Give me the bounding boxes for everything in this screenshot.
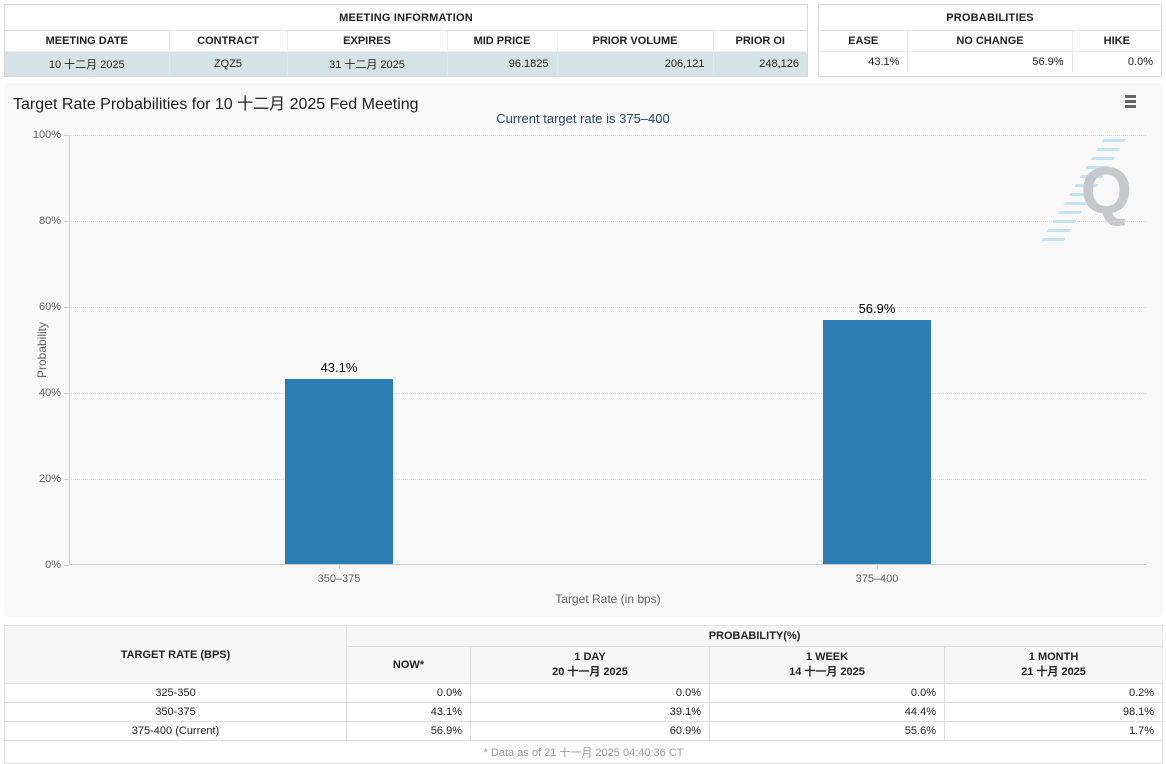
data-as-of-footnote: * Data as of 21 十一月 2025 04:40:36 CT bbox=[3, 740, 1164, 764]
1-month-header-line1: 1 MONTH bbox=[1028, 651, 1079, 663]
y-axis-tick bbox=[64, 479, 69, 480]
1-week-header-line2: 14 十一月 2025 bbox=[789, 666, 865, 678]
1-day-value: 60.9% bbox=[470, 721, 710, 741]
1-month-value: 0.2% bbox=[943, 683, 1164, 703]
col-header-1-week: 1 WEEK 14 十一月 2025 bbox=[709, 646, 945, 684]
bar-value-label: 56.9% bbox=[858, 300, 896, 316]
meeting-information-panel: MEETING INFORMATION MEETING DATE CONTRAC… bbox=[4, 4, 808, 77]
1-day-value: 39.1% bbox=[470, 702, 710, 722]
mid-price-value: 96.1825 bbox=[446, 51, 557, 76]
target-rate-probabilities-chart: Target Rate Probabilities for 10 十二月 202… bbox=[4, 83, 1162, 617]
hike-value: 0.0% bbox=[1071, 51, 1161, 72]
top-info-section: MEETING INFORMATION MEETING DATE CONTRAC… bbox=[4, 4, 1162, 77]
1-week-header-line1: 1 WEEK bbox=[805, 651, 849, 663]
col-header-now: NOW* bbox=[346, 646, 471, 684]
probabilities-panel: PROBABILITIES EASE NO CHANGE HIKE 43.1% … bbox=[818, 4, 1162, 77]
bar-slot-350-375: 43.1% bbox=[285, 135, 393, 564]
chart-subtitle: Current target rate is 375–400 bbox=[496, 111, 670, 126]
1-week-value: 55.6% bbox=[709, 721, 945, 741]
y-axis-label-20: 20% bbox=[38, 473, 61, 485]
probability-history-table: TARGET RATE (BPS) PROBABILITY(%) NOW* 1 … bbox=[3, 625, 1164, 764]
col-header-1-day: 1 DAY 20 十一月 2025 bbox=[470, 646, 710, 684]
now-value: 43.1% bbox=[346, 702, 471, 722]
probabilities-title: PROBABILITIES bbox=[819, 5, 1161, 31]
1-week-value: 44.4% bbox=[709, 702, 945, 722]
meeting-table-header-row: MEETING DATE CONTRACT EXPIRES MID PRICE … bbox=[5, 31, 807, 52]
col-header-ease: EASE bbox=[819, 31, 908, 52]
gridline-60 bbox=[70, 307, 1146, 308]
gridline-40 bbox=[70, 393, 1146, 394]
meeting-date-value: 10 十二月 2025 bbox=[5, 51, 169, 76]
1-day-header-line2: 20 十一月 2025 bbox=[552, 666, 628, 678]
1-month-value: 1.7% bbox=[943, 721, 1164, 741]
chart-context-menu-icon[interactable] bbox=[1123, 93, 1138, 112]
x-category-375-400: 375–400 bbox=[855, 573, 899, 585]
now-value: 0.0% bbox=[346, 683, 471, 703]
target-rate-cell: 325-350 bbox=[4, 683, 347, 703]
probabilities-table: EASE NO CHANGE HIKE 43.1% 56.9% 0.0% bbox=[819, 31, 1161, 72]
plot-area: 100% 80% 60% 40% 20% 0% Probability 43.1… bbox=[33, 129, 1146, 606]
no-change-value: 56.9% bbox=[907, 51, 1073, 72]
y-axis-tick bbox=[64, 135, 69, 136]
col-header-1-month: 1 MONTH 21 十月 2025 bbox=[943, 646, 1164, 684]
y-axis-label-0: 0% bbox=[45, 559, 61, 571]
y-axis-tick bbox=[64, 307, 69, 308]
table-row-375-400-current: 375-400 (Current) 56.9% 60.9% 55.6% 1.7% bbox=[4, 721, 1164, 741]
y-axis-tick bbox=[64, 393, 69, 394]
1-day-header-line1: 1 DAY bbox=[574, 651, 606, 663]
col-header-contract: CONTRACT bbox=[168, 31, 287, 52]
now-value: 56.9% bbox=[346, 721, 471, 741]
contract-value: ZQZ5 bbox=[168, 51, 287, 76]
col-header-no-change: NO CHANGE bbox=[907, 31, 1073, 52]
expires-value: 31 十二月 2025 bbox=[286, 51, 447, 76]
meeting-information-table: MEETING DATE CONTRACT EXPIRES MID PRICE … bbox=[5, 31, 807, 76]
y-axis-title: Probability bbox=[35, 321, 50, 378]
target-rate-cell: 350-375 bbox=[4, 702, 347, 722]
col-header-mid-price: MID PRICE bbox=[446, 31, 557, 52]
meeting-table-row: 10 十二月 2025 ZQZ5 31 十二月 2025 96.1825 206… bbox=[5, 51, 807, 76]
col-header-hike: HIKE bbox=[1071, 31, 1161, 52]
x-axis-title: Target Rate (in bps) bbox=[555, 592, 661, 606]
y-axis-tick bbox=[64, 221, 69, 222]
footnote-row: * Data as of 21 十一月 2025 04:40:36 CT bbox=[3, 740, 1164, 764]
gridline-20 bbox=[70, 479, 1146, 480]
1-month-header-line2: 21 十月 2025 bbox=[1021, 666, 1086, 678]
x-axis-tick bbox=[339, 564, 340, 569]
probability-pct-header: PROBABILITY(%) bbox=[345, 625, 1164, 647]
probabilities-value-row: 43.1% 56.9% 0.0% bbox=[819, 51, 1161, 72]
1-day-value: 0.0% bbox=[470, 683, 710, 703]
now-header-line1: NOW* bbox=[392, 659, 425, 671]
probability-bar-350-375[interactable] bbox=[285, 379, 393, 564]
col-header-prior-oi: PRIOR OI bbox=[712, 31, 807, 52]
table-row-325-350: 325-350 0.0% 0.0% 0.0% 0.2% bbox=[4, 683, 1164, 703]
gridline-80 bbox=[70, 221, 1146, 222]
bar-value-label: 43.1% bbox=[320, 360, 358, 376]
probabilities-header-row: EASE NO CHANGE HIKE bbox=[819, 31, 1161, 52]
y-axis-label-60: 60% bbox=[38, 301, 61, 313]
table-row-350-375: 350-375 43.1% 39.1% 44.4% 98.1% bbox=[4, 702, 1164, 722]
bar-slot-375-400: 56.9% bbox=[823, 135, 931, 564]
target-rate-cell: 375-400 (Current) bbox=[4, 721, 347, 741]
x-axis-tick bbox=[877, 564, 878, 569]
y-axis-label-100: 100% bbox=[32, 129, 61, 141]
1-week-value: 0.0% bbox=[709, 683, 945, 703]
y-axis-label-80: 80% bbox=[38, 215, 61, 227]
col-header-meeting-date: MEETING DATE bbox=[5, 31, 169, 52]
probability-bar-375-400[interactable] bbox=[823, 319, 931, 564]
y-axis-tick bbox=[64, 565, 69, 566]
prior-oi-value: 248,126 bbox=[712, 51, 807, 76]
col-header-prior-volume: PRIOR VOLUME bbox=[556, 31, 713, 52]
meeting-information-title: MEETING INFORMATION bbox=[5, 5, 807, 31]
target-rate-bps-header: TARGET RATE (BPS) bbox=[4, 625, 347, 684]
y-axis-label-40: 40% bbox=[38, 387, 61, 399]
prior-volume-value: 206,121 bbox=[556, 51, 713, 76]
1-month-value: 98.1% bbox=[943, 702, 1164, 722]
probability-history-section: TARGET RATE (BPS) PROBABILITY(%) NOW* 1 … bbox=[3, 625, 1164, 764]
ease-value: 43.1% bbox=[868, 56, 900, 68]
x-category-350-375: 350–375 bbox=[317, 573, 361, 585]
gridline-100 bbox=[70, 135, 1146, 136]
col-header-expires: EXPIRES bbox=[286, 31, 447, 52]
